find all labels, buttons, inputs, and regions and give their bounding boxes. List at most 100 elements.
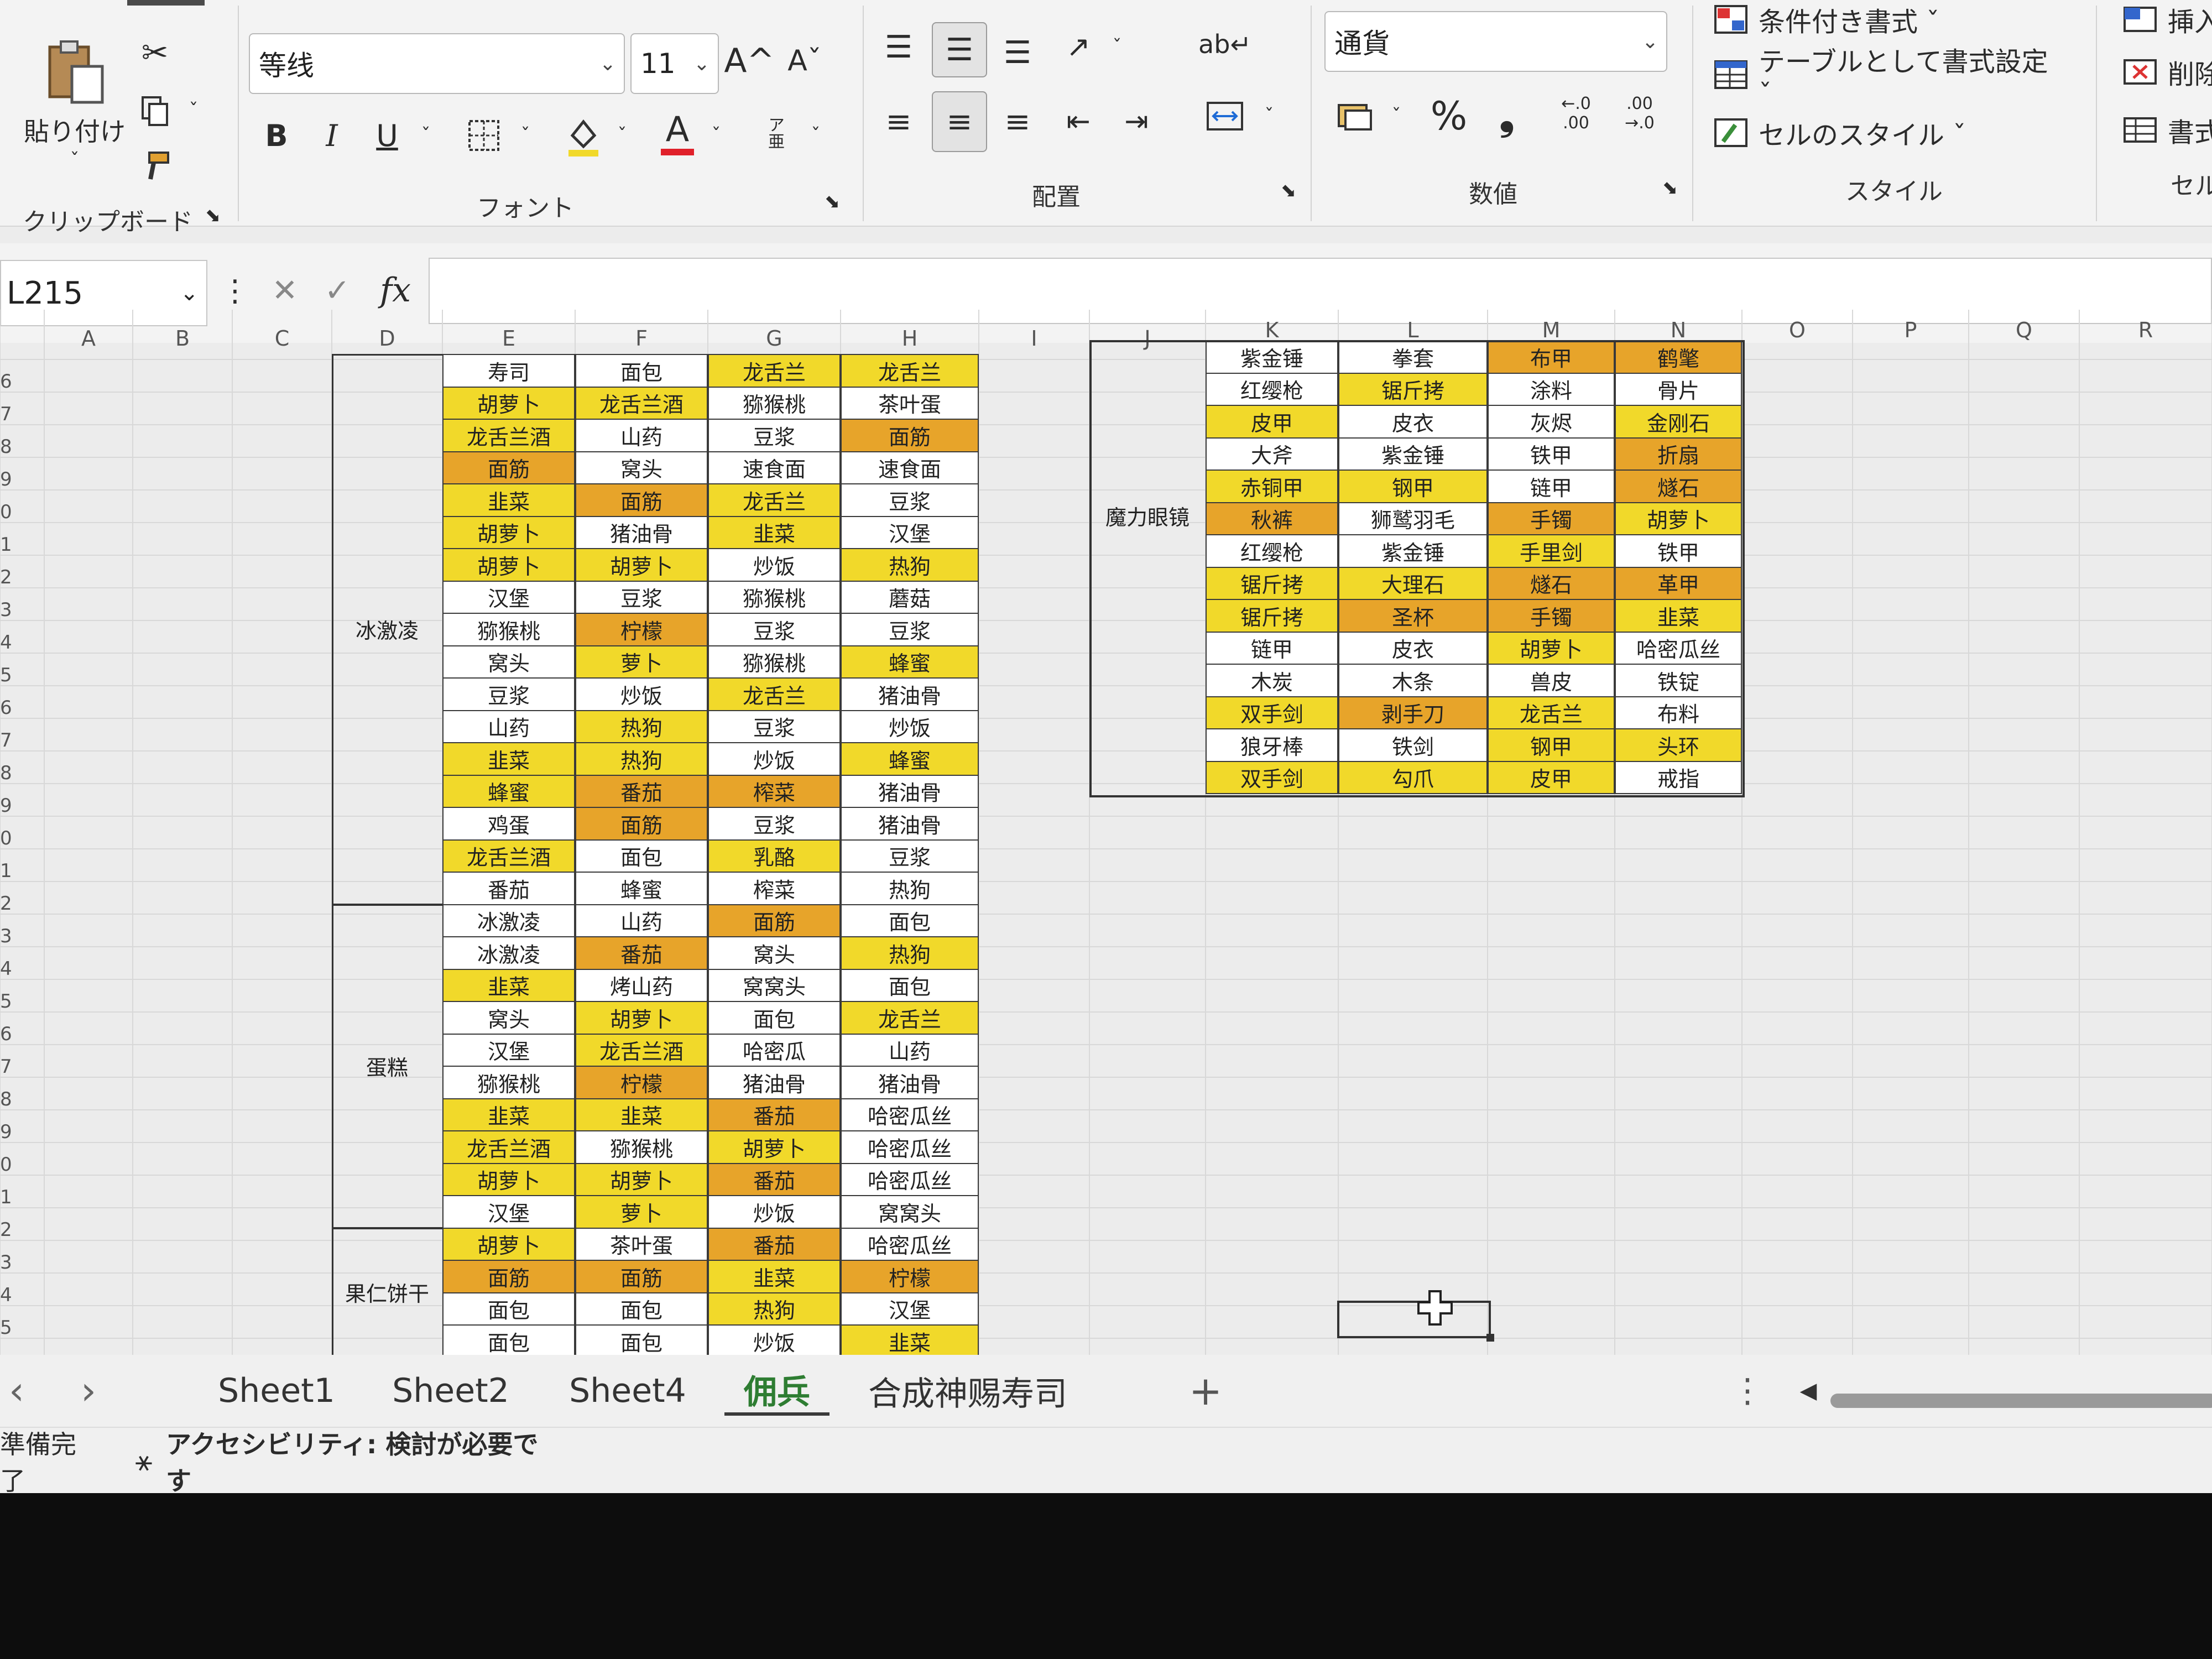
- italic-button[interactable]: I: [310, 111, 354, 160]
- table-cell[interactable]: 猕猴桃: [708, 580, 841, 614]
- column-header-i[interactable]: I: [979, 326, 1089, 351]
- table-cell[interactable]: 面筋: [575, 807, 708, 841]
- row-header[interactable]: 6: [0, 1023, 12, 1045]
- table-cell[interactable]: 蜂蜜: [841, 645, 979, 679]
- table-cell[interactable]: 胡萝卜: [442, 548, 575, 582]
- table-cell[interactable]: 面包: [442, 1292, 575, 1326]
- column-header-d[interactable]: D: [332, 326, 442, 351]
- table-cell[interactable]: 番茄: [708, 1098, 841, 1131]
- format-cells-icon[interactable]: [2118, 111, 2162, 149]
- column-header-m[interactable]: M: [1488, 318, 1615, 342]
- paste-button[interactable]: 貼り付け: [17, 113, 133, 147]
- table-cell[interactable]: 猕猴桃: [708, 645, 841, 679]
- table-cell[interactable]: 韭菜: [442, 1098, 575, 1131]
- font-name-dropdown[interactable]: 等线 ⌄: [249, 33, 625, 94]
- underline-button[interactable]: U: [365, 111, 409, 160]
- decrease-indent-icon[interactable]: ⇤: [1053, 94, 1103, 149]
- sheet-tab-synthesis[interactable]: 合成神赐寿司: [857, 1366, 1078, 1416]
- row-header[interactable]: 8: [0, 762, 12, 784]
- table-cell[interactable]: 热狗: [708, 1292, 841, 1326]
- row-header[interactable]: 7: [0, 403, 12, 425]
- table-cell[interactable]: 龙舌兰酒: [442, 419, 575, 452]
- bold-button[interactable]: B: [254, 111, 299, 160]
- row-header[interactable]: 0: [0, 1154, 12, 1176]
- table-cell[interactable]: 汉堡: [442, 580, 575, 614]
- chevron-down-icon[interactable]: ˇ: [802, 116, 830, 155]
- column-header-g[interactable]: G: [708, 326, 841, 351]
- table-cell[interactable]: 面包: [708, 1001, 841, 1035]
- table-cell[interactable]: 窝头: [442, 645, 575, 679]
- table-cell[interactable]: 炒饭: [708, 548, 841, 582]
- table-cell[interactable]: 猪油骨: [575, 515, 708, 549]
- table-cell[interactable]: 寿司: [442, 354, 575, 388]
- dialog-launcher-icon[interactable]: ⬊: [1275, 177, 1302, 205]
- table-cell[interactable]: 山药: [575, 419, 708, 452]
- table-cell[interactable]: 烤山药: [575, 968, 708, 1002]
- chevron-down-icon[interactable]: ˇ: [702, 116, 730, 155]
- row-header[interactable]: 7: [0, 1056, 12, 1078]
- cancel-button[interactable]: ✕: [260, 265, 310, 315]
- insert-cells-icon[interactable]: [2118, 0, 2162, 39]
- row-header[interactable]: 6: [0, 697, 12, 719]
- row-header[interactable]: 9: [0, 468, 12, 491]
- table-cell[interactable]: 猕猴桃: [708, 386, 841, 420]
- column-header-c[interactable]: C: [232, 326, 332, 351]
- sheet-tab-sheet4[interactable]: Sheet4: [559, 1366, 697, 1416]
- fill-handle[interactable]: [1486, 1334, 1494, 1342]
- orientation-icon[interactable]: ↗: [1053, 22, 1103, 72]
- column-header-p[interactable]: P: [1853, 318, 1969, 342]
- accessibility-icon[interactable]: ⚹: [124, 1442, 163, 1480]
- comma-style-button[interactable]: ❟: [1482, 88, 1532, 144]
- font-size-dropdown[interactable]: 11 ⌄: [630, 33, 719, 94]
- table-cell[interactable]: 哈密瓜丝: [841, 1098, 979, 1131]
- table-cell[interactable]: 韭菜: [708, 515, 841, 549]
- chevron-down-icon[interactable]: ˇ: [180, 97, 207, 124]
- table-cell[interactable]: 面包: [841, 904, 979, 937]
- format-as-table-icon[interactable]: [1709, 55, 1753, 94]
- fill-color-icon[interactable]: [559, 108, 608, 163]
- row-header[interactable]: 3: [0, 925, 12, 947]
- table-cell[interactable]: 面包: [442, 1324, 575, 1358]
- selected-cell[interactable]: [1337, 1301, 1491, 1338]
- conditional-format-icon[interactable]: [1709, 0, 1753, 39]
- table-cell[interactable]: 蜂蜜: [442, 774, 575, 808]
- table-cell[interactable]: 韭菜: [442, 968, 575, 1002]
- table-cell[interactable]: 冰激凌: [442, 936, 575, 970]
- chevron-down-icon[interactable]: ˇ: [412, 116, 440, 155]
- table-cell[interactable]: 番茄: [575, 774, 708, 808]
- chevron-down-icon[interactable]: ˇ: [1255, 97, 1283, 135]
- table-cell[interactable]: 汉堡: [442, 1033, 575, 1067]
- horizontal-scrollbar[interactable]: [1830, 1394, 2212, 1408]
- table-cell[interactable]: 面筋: [575, 483, 708, 517]
- table-cell[interactable]: 龙舌兰: [841, 1001, 979, 1035]
- next-sheet-button[interactable]: ›: [66, 1366, 111, 1416]
- table-cell[interactable]: 胡萝卜: [442, 1162, 575, 1196]
- table-cell[interactable]: 哈密瓜丝: [841, 1162, 979, 1196]
- table-cell[interactable]: 山药: [575, 904, 708, 937]
- table-cell[interactable]: 柠檬: [841, 1260, 979, 1293]
- row-header[interactable]: 1: [0, 534, 12, 556]
- table-cell[interactable]: 萝卜: [575, 1195, 708, 1229]
- table-cell[interactable]: 蜂蜜: [841, 742, 979, 776]
- table-cell[interactable]: 炒饭: [708, 1324, 841, 1358]
- table-cell[interactable]: 柠檬: [575, 613, 708, 646]
- format-as-table-button[interactable]: テーブルとして書式設定 ˇ: [1759, 46, 2057, 109]
- decrease-decimal-button[interactable]: .00 →.0: [1612, 83, 1667, 144]
- more-options-icon[interactable]: ⋮: [220, 265, 250, 315]
- table-cell[interactable]: 速食面: [841, 451, 979, 484]
- table-cell[interactable]: 汉堡: [841, 515, 979, 549]
- table-cell[interactable]: 面包: [841, 968, 979, 1002]
- table-cell[interactable]: 面筋: [442, 451, 575, 484]
- table-cell[interactable]: 韭菜: [841, 1324, 979, 1358]
- table-cell[interactable]: 猪油骨: [841, 677, 979, 711]
- row-header[interactable]: 3: [0, 599, 12, 621]
- table-cell[interactable]: 汉堡: [841, 1292, 979, 1326]
- table-cell[interactable]: 蜂蜜: [575, 872, 708, 905]
- table-cell[interactable]: 山药: [841, 1033, 979, 1067]
- table-cell[interactable]: 豆浆: [708, 419, 841, 452]
- column-header-e[interactable]: E: [442, 326, 575, 351]
- wrap-text-icon[interactable]: ab↵: [1197, 17, 1253, 72]
- table-cell[interactable]: 龙舌兰: [708, 483, 841, 517]
- column-header-r[interactable]: R: [2079, 318, 2212, 342]
- table-cell[interactable]: 汉堡: [442, 1195, 575, 1229]
